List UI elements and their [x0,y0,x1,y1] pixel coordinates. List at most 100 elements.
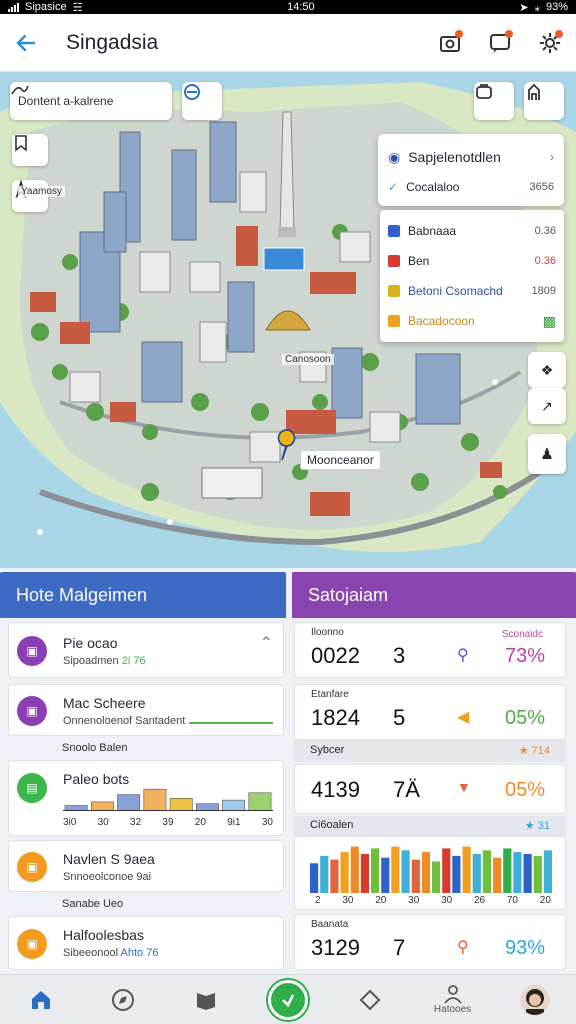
chart-ticks: 2 30 20 30 30 26 70 20 [315,895,551,906]
card-title: Halfoolesbas [63,927,144,943]
nav-profile[interactable]: Hatooes [429,976,477,1024]
pin-icon: ⚲ [457,647,469,664]
legend-value: 1809 [531,285,556,297]
stat-percent: 93% [504,937,545,959]
nav-profile-label: Hatooes [433,1004,472,1015]
layers-icon [184,84,200,100]
search-chip-text: Dontent a-kalrene [18,94,114,108]
chevron-up-icon[interactable]: ⌃ [260,633,273,653]
tick-label: 2 [315,895,321,906]
card-subtitle: Onnenoloenof Santadent [63,715,186,727]
legend-row[interactable]: Ben 0.36 [388,246,556,276]
legend-row[interactable]: Betoni Csomachd 1809 [388,276,556,306]
nav-account[interactable] [511,976,559,1024]
diamond-icon [359,989,381,1010]
avatar[interactable] [519,984,550,1015]
card-subtitle: Snnoeolconoe 9ai [63,871,152,883]
hotel-card[interactable]: ▣ Mac Scheere Onnenoloenof Santadent [8,684,284,736]
legend-panel: Babnaaa 0.36 Ben 0.36 Betoni Csomachd 18… [380,210,564,342]
map-search-chip[interactable]: Dontent a-kalrene [10,82,172,120]
hotel-card[interactable]: ▣ Navlen S 9aea Snnoeolconoe 9ai [8,840,284,892]
mini-chart-bar [248,792,272,811]
bar-chart-card[interactable]: 2 30 20 30 30 26 70 20 [294,836,566,910]
map-layers-button[interactable] [182,82,222,120]
nav-home[interactable] [17,976,65,1024]
legend-label: Babnaaa [408,224,457,238]
hotel-card[interactable]: ▣ Pie ocao Sipoadmen 2i 76 ⌃ [8,622,284,678]
stat-card[interactable]: Iloonno 0022 3 ⚲ Sconaidc 73% [294,622,566,678]
stat-section-header: Sybcer ★ 714 [294,740,566,762]
legend-swatch [388,285,400,297]
mini-chart-bar [222,799,246,811]
map-bookmark-button[interactable] [12,134,48,166]
caret-left-icon: ◀ [457,709,470,726]
progress-track [189,722,273,724]
map-pin-label[interactable]: Moonceanor [300,450,381,470]
chart-bar [432,861,441,893]
settings-button[interactable] [536,29,564,57]
legend-row[interactable]: Babnaaa 0.36 [388,216,556,246]
hotel-card[interactable]: ▣ Halfoolesbas Sibeeonool Ahto 76 [8,916,284,970]
messages-button[interactable] [486,29,514,57]
card-subtitle-text: Sipoadmen [63,655,119,667]
nav-bookings[interactable] [182,976,230,1024]
card-subtitle: Sibeeonool Ahto 76 [63,947,158,959]
stat-card[interactable]: 4139 7Ä ▼ 05% [294,764,566,814]
legend-label: Bacadocoon [408,314,475,328]
stat-count: 7Ä [393,777,420,802]
chart-card[interactable]: ▤ Paleo bots 3i0 30 32 39 20 9i1 30 [8,760,284,836]
book-icon [196,992,215,1010]
card-title: Paleo bots [63,771,130,787]
card-subtitle-accent: 2i 76 [121,655,146,667]
city-map[interactable]: Dontent a-kalrene ◉ Sapjelenotdlen › ✓ C… [0,72,576,568]
chart-bar [340,852,349,893]
stat-number: 1824 [311,705,360,730]
legend-value: 0.36 [534,225,556,237]
section-label: Snoolo Balen [62,742,128,754]
camera-button[interactable] [436,29,464,57]
panel-title-row[interactable]: ◉ Sapjelenotdlen › [388,142,554,172]
chart-section-badge: ★ 31 [524,820,550,832]
tick-label: 30 [261,817,273,828]
nav-explore[interactable] [99,976,147,1024]
wifi-icon: ☵ [72,1,83,14]
tick-label: 26 [473,895,486,906]
back-button[interactable] [12,29,40,57]
card-title: Pie ocao [63,635,118,651]
chart-section-label: Ci6oalen [310,819,354,831]
mini-chart-bar [169,798,193,811]
carrier-label: Sipasice [25,1,67,13]
card-title: Navlen S 9aea [63,851,155,867]
chart-bar [310,863,319,893]
location-info-panel[interactable]: ◉ Sapjelenotdlen › ✓ Cocalaloo 3656 [378,134,564,206]
bookmark-icon [15,135,27,152]
stat-card[interactable]: Baanata 3129 7 ⚲ 93% [294,914,566,970]
stat-card[interactable]: Etanfare 1824 5 ◀ 05% [294,684,566,740]
map-pedestrian-button[interactable]: ♟ [528,434,566,474]
save-icon [476,84,492,99]
nav-places[interactable] [346,976,394,1024]
map-walk-button[interactable]: ❖ [528,352,566,388]
stat-label: Sybcer [310,744,345,756]
map-measure-button[interactable]: ↗ [528,388,566,424]
stat-count: 3 [393,643,406,668]
chart-bar [350,846,359,893]
chevron-right-icon: › [550,150,554,164]
chart-bar [472,854,481,893]
map-save-button[interactable] [474,82,514,120]
nav-navigate[interactable] [264,976,312,1024]
navigate-button[interactable] [267,979,308,1020]
user-icon [443,985,462,1004]
chart-bar [513,852,522,893]
tick-label: 30 [441,895,453,906]
map-share-button[interactable] [524,82,564,120]
chart-bar [421,852,430,893]
home-icon [32,990,51,1009]
location-icon: ➤ [519,1,529,14]
card-subtitle: Sipoadmen 2i 76 [63,655,146,667]
chart-bar [503,848,512,893]
arrow-left-icon [16,34,36,51]
mini-chart-bar [143,788,167,811]
money-icon: ▩ [542,312,556,329]
legend-row[interactable]: Bacadocoon ▩ [388,306,556,336]
